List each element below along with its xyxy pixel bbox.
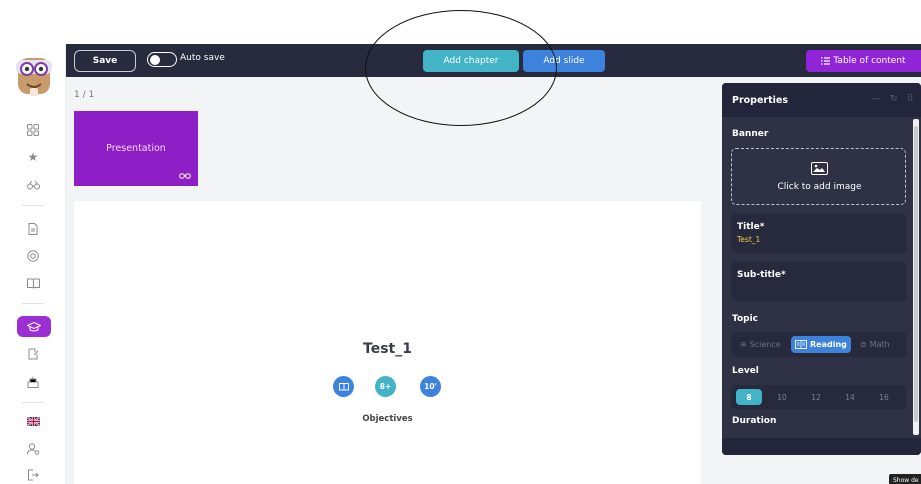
level-option[interactable]: 10 [769, 389, 795, 405]
subtitle-field[interactable]: Sub-title* [731, 262, 906, 301]
book-icon[interactable] [24, 274, 42, 292]
scrollbar-thumb[interactable] [914, 126, 918, 422]
list-icon [821, 57, 831, 65]
science-icon: ≋ [740, 340, 747, 349]
toggle-knob [150, 54, 160, 65]
star-icon[interactable]: ★ [24, 148, 42, 166]
level-option[interactable]: 16 [871, 389, 897, 405]
topic-selector: ≋ Science Reading ⊜ Math [731, 332, 906, 357]
toc-label: Table of content [833, 56, 906, 66]
image-icon [811, 162, 828, 175]
book-icon [338, 382, 349, 391]
sidebar-item-courses[interactable] [17, 316, 51, 337]
grid-icon[interactable] [24, 121, 42, 139]
editor-toolbar: Save Auto save Add chapter Add slide Tab… [66, 44, 921, 77]
thumbnail-label: Presentation [106, 143, 166, 154]
level-label: Level [732, 366, 759, 376]
duration-badge: 10' [420, 376, 441, 397]
minimize-icon[interactable]: — [872, 94, 881, 104]
topic-option-label: Math [869, 340, 890, 349]
add-slide-button[interactable]: Add slide [523, 50, 605, 72]
graduation-cap-icon [27, 321, 41, 331]
book-icon [795, 340, 807, 349]
autosave-toggle[interactable] [147, 52, 177, 67]
title-field-label: Title* [737, 222, 765, 232]
note-icon[interactable] [24, 345, 42, 363]
panel-scrollbar[interactable] [913, 119, 919, 435]
uk-flag-icon[interactable] [24, 412, 42, 430]
sidebar-divider [22, 402, 44, 403]
banner-label: Banner [732, 129, 769, 139]
topic-option-label: Science [749, 340, 781, 349]
binoculars-icon[interactable] [24, 176, 42, 194]
objectives-label: Objectives [362, 414, 413, 424]
slide-title: Test_1 [363, 341, 412, 357]
level-option[interactable]: 12 [803, 389, 829, 405]
panel-title: Properties [732, 95, 788, 106]
topic-badge [333, 376, 354, 397]
tooltip: Show de [889, 474, 921, 484]
slide-thumbnail[interactable]: Presentation [74, 111, 198, 186]
sidebar-divider [22, 205, 44, 206]
panel-footer [722, 438, 921, 455]
duration-label: Duration [732, 416, 777, 426]
drag-handle-icon[interactable]: ⠿ [907, 94, 914, 104]
save-button[interactable]: Save [74, 50, 136, 72]
math-icon: ⊜ [860, 340, 867, 349]
user-settings-icon[interactable] [24, 440, 42, 458]
support-icon[interactable] [24, 247, 42, 265]
slide-canvas[interactable]: Test_1 8+ 10' Objectives [74, 201, 701, 484]
title-field[interactable]: Title* Test_1 [731, 214, 906, 253]
level-badge: 8+ [375, 376, 396, 397]
preview-icon[interactable] [179, 171, 191, 182]
panel-header: Properties — ↻ ⠿ [722, 83, 921, 117]
slide-pager: 1 / 1 [74, 90, 95, 100]
topic-label: Topic [732, 314, 758, 324]
logout-icon[interactable] [24, 466, 42, 484]
add-chapter-button[interactable]: Add chapter [423, 50, 519, 72]
refresh-icon[interactable]: ↻ [890, 94, 898, 104]
subtitle-field-label: Sub-title* [737, 270, 786, 280]
topic-option-math[interactable]: ⊜ Math [860, 336, 890, 353]
level-selector: 8 10 12 14 16 [731, 385, 906, 409]
topic-option-science[interactable]: ≋ Science [740, 336, 781, 353]
banner-placeholder: Click to add image [777, 182, 862, 192]
topic-option-reading[interactable]: Reading [791, 336, 851, 353]
sidebar-divider [22, 303, 44, 304]
level-option[interactable]: 14 [837, 389, 863, 405]
app-logo[interactable] [14, 54, 54, 100]
table-of-content-button[interactable]: Table of content [806, 50, 921, 72]
top-band [0, 0, 921, 44]
autosave-label: Auto save [180, 53, 225, 63]
topic-option-label: Reading [810, 340, 847, 349]
certificate-icon[interactable] [24, 373, 42, 391]
properties-panel: Properties — ↻ ⠿ Banner Click to add ima… [722, 83, 921, 455]
level-option[interactable]: 8 [736, 389, 762, 405]
title-field-value[interactable]: Test_1 [737, 235, 760, 244]
banner-upload[interactable]: Click to add image [731, 148, 906, 205]
document-icon[interactable] [24, 220, 42, 238]
